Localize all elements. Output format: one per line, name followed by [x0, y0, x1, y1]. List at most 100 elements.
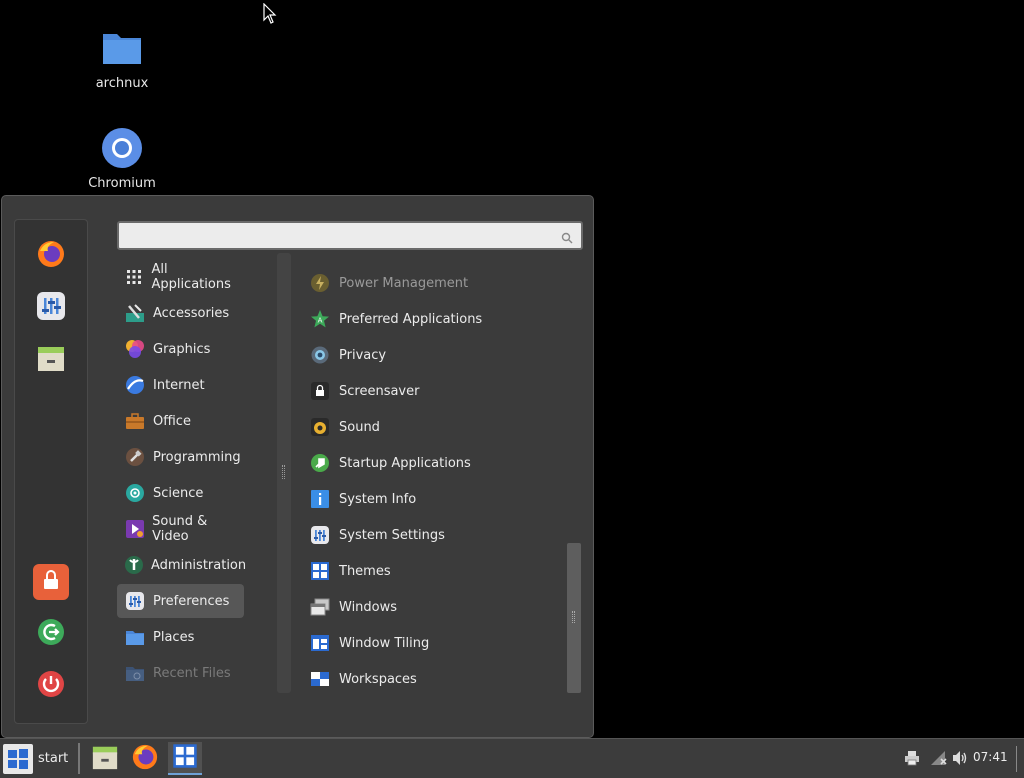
- app-label: Windows: [339, 599, 398, 615]
- search-input[interactable]: [124, 226, 554, 245]
- power-management-icon: [309, 272, 331, 294]
- favorite-system-settings[interactable]: [33, 290, 69, 326]
- category-internet[interactable]: Internet: [117, 368, 244, 402]
- logout-button[interactable]: [33, 616, 69, 652]
- app-screensaver[interactable]: Screensaver: [305, 374, 565, 408]
- desktop-icon-label: Chromium: [88, 176, 156, 191]
- app-label: Power Management: [339, 275, 469, 291]
- start-menu-button[interactable]: start: [3, 742, 73, 775]
- application-menu: All Applications Accessories Graphics In…: [1, 195, 594, 738]
- privacy-icon: [309, 344, 331, 366]
- firefox-icon: [36, 239, 66, 273]
- category-all-applications[interactable]: All Applications: [117, 260, 244, 294]
- favorite-firefox[interactable]: [33, 238, 69, 274]
- app-workspaces[interactable]: Workspaces: [305, 662, 565, 696]
- app-label: System Info: [339, 491, 417, 507]
- desktop-icon-label: archnux: [95, 76, 149, 91]
- category-label: Science: [153, 485, 204, 501]
- app-system-info[interactable]: System Info: [305, 482, 565, 516]
- workspace-switcher-icon: [172, 743, 198, 773]
- category-label: Preferences: [153, 593, 230, 609]
- category-sound-video[interactable]: Sound & Video: [117, 512, 244, 546]
- panel-clock[interactable]: 07:41: [973, 750, 1008, 764]
- favorites-sidebar: [14, 219, 88, 724]
- app-label: Preferred Applications: [339, 311, 483, 327]
- category-graphics[interactable]: Graphics: [117, 332, 244, 366]
- panel-workspace-switcher[interactable]: [168, 742, 202, 775]
- category-label: Accessories: [153, 305, 230, 321]
- separator-grip[interactable]: [282, 465, 285, 479]
- desktop-icon-chromium[interactable]: Chromium: [72, 126, 172, 191]
- system-info-icon: [309, 488, 331, 510]
- start-label: start: [38, 751, 69, 766]
- printer-icon[interactable]: [902, 748, 922, 768]
- sound-icon: [309, 416, 331, 438]
- file-manager-icon: [36, 343, 66, 377]
- volume-icon[interactable]: [950, 748, 970, 768]
- science-icon: [124, 482, 146, 504]
- mouse-cursor-icon: [263, 2, 277, 25]
- category-recent-files[interactable]: Recent Files: [117, 656, 244, 690]
- start-logo-icon: [3, 743, 33, 774]
- lock-screen-button[interactable]: [33, 564, 69, 600]
- chromium-icon: [100, 126, 144, 170]
- category-places[interactable]: Places: [117, 620, 244, 654]
- app-themes[interactable]: Themes: [305, 554, 565, 588]
- window-tiling-icon: [309, 632, 331, 654]
- settings-icon: [36, 291, 66, 325]
- panel-launcher-files[interactable]: [88, 742, 122, 775]
- category-science[interactable]: Science: [117, 476, 244, 510]
- folder-icon: [100, 26, 144, 70]
- graphics-icon: [124, 338, 146, 360]
- app-preferred-applications[interactable]: A Preferred Applications: [305, 302, 565, 336]
- panel-separator: [78, 743, 80, 774]
- quit-button[interactable]: [33, 668, 69, 704]
- system-settings-icon: [309, 524, 331, 546]
- category-office[interactable]: Office: [117, 404, 244, 438]
- pane-separator[interactable]: [277, 253, 291, 693]
- category-preferences[interactable]: Preferences: [117, 584, 244, 618]
- category-administration[interactable]: Administration: [117, 548, 246, 582]
- category-accessories[interactable]: Accessories: [117, 296, 244, 330]
- category-label: Internet: [153, 377, 205, 393]
- panel-launcher-firefox[interactable]: [128, 742, 162, 775]
- startup-applications-icon: [309, 452, 331, 474]
- logout-icon: [36, 617, 66, 651]
- app-sound[interactable]: Sound: [305, 410, 565, 444]
- app-label: Window Tiling: [339, 635, 430, 651]
- show-desktop-button[interactable]: [1016, 746, 1020, 772]
- apps-scrollbar[interactable]: [567, 253, 581, 693]
- lock-icon: [40, 569, 62, 595]
- office-icon: [124, 410, 146, 432]
- bottom-panel: start 07:41: [0, 738, 1024, 778]
- app-window-tiling[interactable]: Window Tiling: [305, 626, 565, 660]
- app-label: Screensaver: [339, 383, 420, 399]
- category-label: Graphics: [153, 341, 211, 357]
- favorite-files[interactable]: [33, 342, 69, 378]
- app-power-management[interactable]: Power Management: [305, 266, 565, 300]
- app-privacy[interactable]: Privacy: [305, 338, 565, 372]
- search-icon: [561, 229, 573, 244]
- category-label: Places: [153, 629, 195, 645]
- app-startup-applications[interactable]: Startup Applications: [305, 446, 565, 480]
- app-label: Workspaces: [339, 671, 417, 687]
- places-folder-icon: [124, 626, 146, 648]
- accessories-icon: [124, 302, 146, 324]
- app-label: Sound: [339, 419, 380, 435]
- category-label: Office: [153, 413, 191, 429]
- app-label: Themes: [339, 563, 391, 579]
- category-label: All Applications: [151, 262, 231, 292]
- desktop-icon-archnux[interactable]: archnux: [72, 26, 172, 91]
- category-label: Programming: [153, 449, 241, 465]
- category-label: Recent Files: [153, 665, 231, 681]
- power-icon: [36, 669, 66, 703]
- network-icon[interactable]: [929, 748, 949, 768]
- search-box[interactable]: [117, 221, 583, 250]
- app-system-settings[interactable]: System Settings: [305, 518, 565, 552]
- category-programming[interactable]: Programming: [117, 440, 244, 474]
- app-windows[interactable]: Windows: [305, 590, 565, 624]
- screensaver-icon: [309, 380, 331, 402]
- preferences-icon: [124, 590, 146, 612]
- app-label: Startup Applications: [339, 455, 471, 471]
- scrollbar-thumb[interactable]: [567, 543, 581, 693]
